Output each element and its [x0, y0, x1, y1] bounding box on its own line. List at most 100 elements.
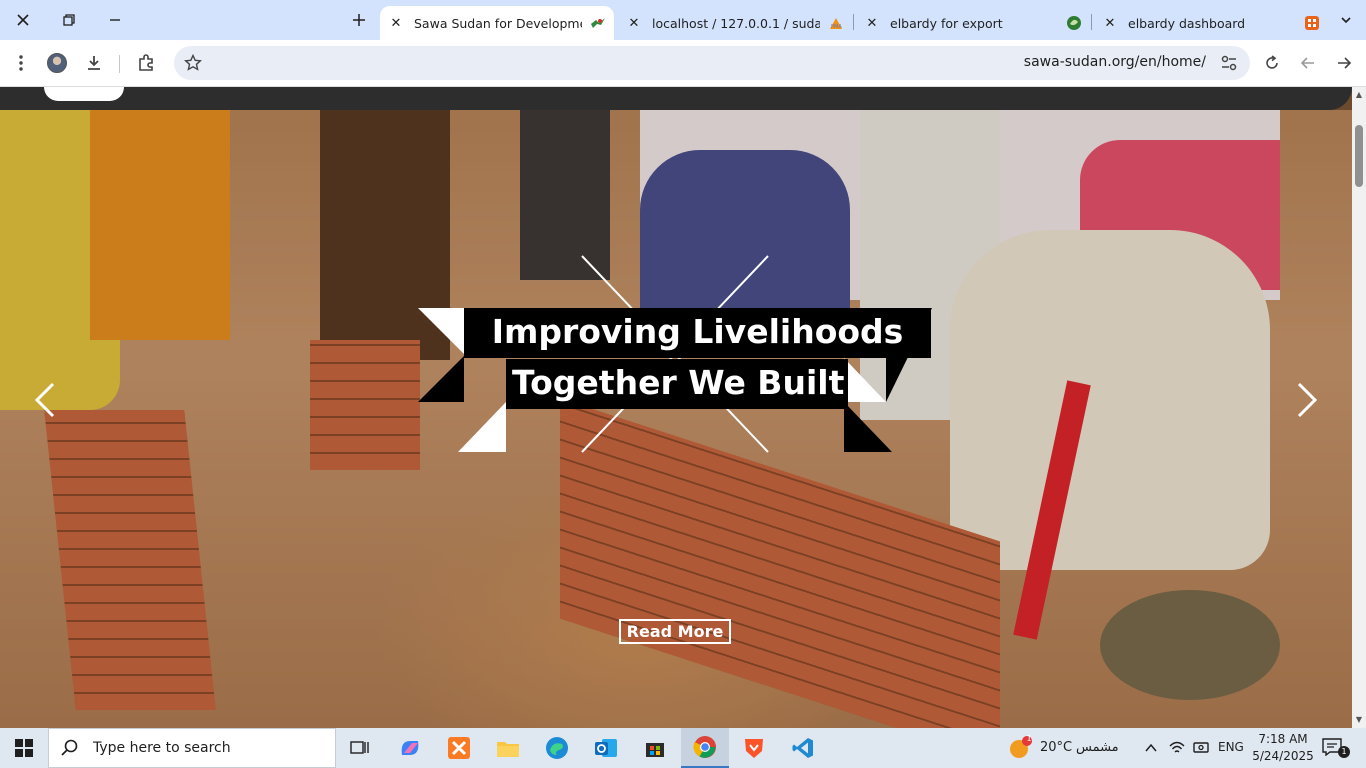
close-icon [17, 14, 29, 26]
taskbar-outlook[interactable] [582, 728, 630, 768]
tune-icon [1221, 55, 1237, 71]
tab-search-button[interactable] [1330, 0, 1362, 40]
search-icon [61, 739, 78, 756]
close-window-button[interactable] [0, 0, 46, 40]
restore-window-button[interactable] [46, 0, 92, 40]
outlook-icon [595, 739, 617, 757]
wifi-icon [1169, 741, 1185, 753]
tab-separator [853, 14, 854, 30]
extensions-button[interactable] [131, 49, 161, 77]
chrome-icon [693, 736, 716, 758]
site-settings-button[interactable] [1220, 54, 1238, 76]
bookmark-star-button[interactable] [183, 53, 203, 76]
notification-center-button[interactable]: 1 [1322, 738, 1350, 760]
browser-toolbar: sawa-sudan.org/en/home/ [0, 40, 1366, 87]
camera-icon [1193, 742, 1209, 753]
new-tab-button[interactable] [344, 6, 374, 34]
tab-title: elbardy dashboard [1128, 15, 1246, 31]
forward-button[interactable] [1329, 49, 1359, 77]
clock[interactable]: 7:18 AM 5/24/2025 [1248, 731, 1318, 765]
kebab-menu-icon [19, 55, 23, 71]
notification-count: 1 [1338, 746, 1350, 758]
tab-title: localhost / 127.0.0.1 / sudan / w [652, 15, 820, 31]
tab-separator [1091, 14, 1092, 30]
edge-icon [546, 737, 568, 759]
taskbar-chrome[interactable] [681, 728, 729, 768]
task-view-button[interactable] [336, 728, 384, 768]
address-bar[interactable]: sawa-sudan.org/en/home/ [174, 46, 1250, 80]
windows-logo-icon [15, 739, 33, 757]
downloads-button[interactable] [79, 49, 109, 77]
taskbar-brave[interactable] [730, 728, 778, 768]
page-viewport: Improving Livelihoods Together We Built … [0, 87, 1352, 728]
arrow-right-icon [1338, 57, 1352, 69]
scrollbar-thumb[interactable] [1355, 125, 1363, 187]
svg-text:PMA: PMA [831, 24, 842, 30]
back-button[interactable] [1293, 49, 1323, 77]
toolbar-separator [119, 55, 120, 73]
weather-widget-icon[interactable]: 1 [1008, 734, 1032, 760]
url-text[interactable]: sawa-sudan.org/en/home/ [1024, 54, 1206, 70]
weather-condition[interactable]: مشمس [1076, 740, 1119, 755]
network-button[interactable] [1169, 740, 1185, 760]
windows-taskbar: Type here to search 1 20°C مشمس ENG 7:18… [0, 728, 1366, 768]
reload-button[interactable] [1257, 49, 1287, 77]
task-view-icon [350, 741, 369, 754]
tab-strip: ✕ Sawa Sudan for Development & ✕ localho… [0, 0, 1366, 40]
taskbar-edge[interactable] [533, 728, 581, 768]
copilot-icon [401, 741, 419, 755]
chevron-down-icon [1341, 17, 1351, 24]
vscode-icon [792, 738, 813, 758]
plus-icon [353, 14, 365, 26]
sawa-bird-icon [591, 18, 605, 28]
minimize-window-button[interactable] [92, 0, 138, 40]
tab-close-icon[interactable]: ✕ [862, 16, 882, 31]
taskbar-xampp[interactable] [435, 728, 483, 768]
puzzle-icon [139, 54, 153, 71]
read-more-button[interactable]: Read More [619, 619, 731, 644]
tab-elbardy-dashboard[interactable]: ✕ elbardy dashboard [1094, 6, 1328, 40]
hero-title-line1: Improving Livelihoods [464, 308, 931, 358]
slider-next-button[interactable] [1292, 380, 1322, 420]
taskbar-search-box[interactable]: Type here to search [48, 728, 336, 768]
minimize-icon [110, 19, 120, 21]
reload-icon [1266, 55, 1278, 69]
page-scrollbar[interactable]: ▲ ▼ [1352, 87, 1366, 728]
taskbar-store[interactable] [631, 728, 679, 768]
elbardy-icon [1067, 16, 1081, 30]
taskbar-vscode[interactable] [779, 728, 827, 768]
arrow-left-icon [1300, 57, 1314, 69]
chevron-left-icon [34, 382, 55, 418]
weather-badge: 1 [1026, 734, 1032, 743]
start-button[interactable] [0, 728, 48, 768]
menu-button[interactable] [6, 49, 36, 77]
taskbar-file-explorer[interactable] [484, 728, 532, 768]
language-indicator[interactable]: ENG [1218, 740, 1244, 754]
search-placeholder: Type here to search [93, 740, 231, 756]
xampp-icon [448, 737, 470, 759]
scroll-up-arrow-icon[interactable]: ▲ [1354, 90, 1364, 100]
profile-avatar[interactable] [47, 53, 67, 73]
folder-icon [497, 742, 519, 757]
weather-temp[interactable]: 20°C [1040, 740, 1072, 755]
tab-sawa-sudan[interactable]: ✕ Sawa Sudan for Development & [380, 6, 614, 40]
show-hidden-icons-button[interactable] [1144, 740, 1158, 759]
slider-prev-button[interactable] [30, 380, 60, 420]
clock-date: 5/24/2025 [1252, 749, 1314, 763]
display-button[interactable] [1193, 740, 1209, 760]
header-logo-tab[interactable] [44, 87, 124, 101]
site-header-bar [0, 87, 1352, 110]
tab-close-icon[interactable]: ✕ [624, 16, 644, 31]
phpmyadmin-icon: PMA [830, 18, 842, 30]
tab-close-icon[interactable]: ✕ [1100, 16, 1120, 31]
tab-phpmyadmin[interactable]: ✕ localhost / 127.0.0.1 / sudan / w PMA [618, 6, 852, 40]
taskbar-copilot[interactable] [386, 728, 434, 768]
tab-elbardy-export[interactable]: ✕ elbardy for export [856, 6, 1090, 40]
tab-title: Sawa Sudan for Development & [414, 15, 582, 31]
tab-close-icon[interactable]: ✕ [386, 16, 406, 31]
store-icon [646, 743, 664, 757]
scroll-down-arrow-icon[interactable]: ▼ [1354, 715, 1364, 725]
hero-title-line2: Together We Built [506, 359, 848, 409]
star-icon [183, 53, 203, 71]
restore-icon [63, 14, 75, 26]
